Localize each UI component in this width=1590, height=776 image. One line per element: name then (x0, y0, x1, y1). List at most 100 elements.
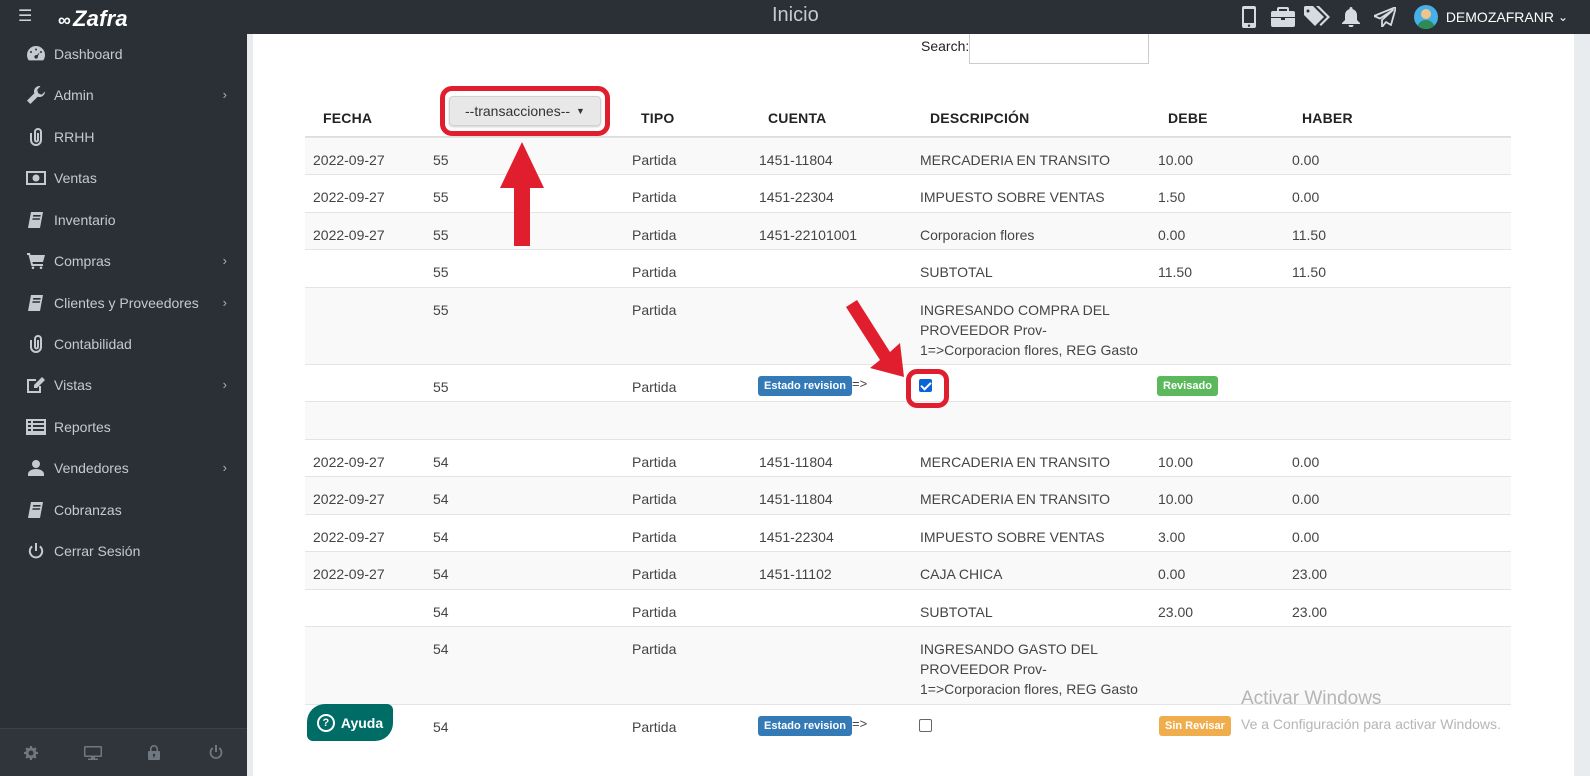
cell-fecha: 2022-09-27 (313, 491, 385, 507)
cell-debe: 10.00 (1158, 454, 1194, 470)
dropdown-label: --transacciones-- (465, 103, 571, 119)
header-fecha[interactable]: FECHA (323, 110, 372, 126)
chevron-right-icon: › (222, 253, 227, 268)
mobile-icon[interactable] (1234, 2, 1264, 32)
cell-fecha: 2022-09-27 (313, 227, 385, 243)
cell-haber: 23.00 (1292, 566, 1328, 582)
cell-tipo: Partida (632, 264, 677, 280)
sidebar-item-reportes[interactable]: Reportes (0, 407, 247, 447)
cell-descripcion: CAJA CHICA (920, 566, 1003, 582)
tags-icon[interactable] (1302, 2, 1332, 32)
page-title: Inicio (772, 4, 819, 26)
help-button[interactable]: ? Ayuda (307, 704, 393, 741)
revision-checkbox[interactable] (919, 719, 932, 732)
power-icon (26, 542, 46, 560)
power-icon[interactable] (201, 738, 231, 768)
table-row: 2022-09-27 54 Partida 1451-22304 IMPUESTO SO… (305, 514, 1511, 551)
windows-watermark: Activar Windows Ve a Configuración para … (1241, 688, 1501, 732)
sidebar-item-vendedores[interactable]: Vendedores › (0, 448, 247, 488)
header-debe[interactable]: DEBE (1168, 110, 1208, 126)
cell-haber: 0.00 (1292, 529, 1320, 545)
cell-haber: 0.00 (1292, 189, 1320, 205)
cell-debe: 10.00 (1158, 491, 1194, 507)
header-haber[interactable]: HABER (1302, 110, 1353, 126)
chevron-right-icon: › (222, 87, 227, 102)
table-row (305, 401, 1511, 439)
logo-mark-icon: ∞ (58, 10, 72, 30)
cell-descripcion: MERCADERIA EN TRANSITO (920, 491, 1111, 507)
monitor-icon[interactable] (78, 738, 108, 768)
topbar-icons: DEMOZAFRANR ⌄ (1234, 0, 1590, 34)
cart-icon (26, 253, 46, 269)
cell-tipo: Partida (632, 491, 677, 507)
status-badge: Revisado (1157, 376, 1218, 396)
header-descripcion[interactable]: DESCRIPCIÓN (930, 110, 1029, 126)
sidebar-item-vistas[interactable]: Vistas › (0, 365, 247, 405)
cell-tipo: Partida (632, 529, 677, 545)
cell-cuenta: 1451-11804 (759, 152, 833, 168)
settings-icon[interactable] (16, 738, 46, 768)
cell-number: 54 (433, 719, 449, 735)
sidebar-item-label: Compras (54, 253, 111, 269)
cell-haber: 0.00 (1292, 152, 1320, 168)
cell-cuenta: 1451-22304 (759, 189, 834, 205)
search-label: Search: (921, 38, 970, 54)
cell-number: 54 (433, 641, 449, 657)
cell-debe: 11.50 (1158, 264, 1192, 280)
cell-cuenta: 1451-11102 (759, 566, 832, 582)
sidebar-item-cerrar-sesión[interactable]: Cerrar Sesión (0, 531, 247, 571)
table-row: 55 Partida INGRESANDO COMPRA DEL PROVEEDOR… (305, 287, 1511, 378)
sidebar-item-label: Vendedores (54, 460, 129, 476)
sidebar-item-label: Reportes (54, 419, 111, 435)
cell-number: 55 (433, 189, 449, 205)
app-logo[interactable]: ∞Zafra (58, 6, 128, 32)
sidebar-item-clientes-y-proveedores[interactable]: Clientes y Proveedores › (0, 283, 247, 323)
main-content: Search: FECHA TIPO CUENTA DESCRIPCIÓN DE… (253, 34, 1574, 776)
cell-number: 55 (433, 227, 449, 243)
header-tipo[interactable]: TIPO (641, 110, 674, 126)
sidebar-item-label: Admin (54, 87, 94, 103)
sidebar-item-rrhh[interactable]: RRHH (0, 117, 247, 157)
lock-icon[interactable] (139, 738, 169, 768)
cell-tipo: Partida (632, 152, 677, 168)
user-menu[interactable]: DEMOZAFRANR ⌄ (1413, 5, 1568, 29)
cell-descripcion: MERCADERIA EN TRANSITO (920, 454, 1111, 470)
menu-toggle-icon[interactable]: ☰ (18, 6, 32, 26)
sidebar-item-inventario[interactable]: Inventario (0, 200, 247, 240)
sidebar-item-dashboard[interactable]: Dashboard (0, 34, 247, 74)
sidebar-item-admin[interactable]: Admin › (0, 75, 247, 115)
cell-number: 54 (433, 529, 449, 545)
top-bar: ☰ ∞Zafra Inicio DEMOZAFRANR ⌄ (0, 0, 1590, 34)
watermark-line1: Activar Windows (1241, 688, 1382, 709)
sidebar-item-contabilidad[interactable]: Contabilidad (0, 324, 247, 364)
estado-revision-badge: Estado revision (758, 376, 852, 396)
cell-number: 55 (433, 302, 449, 318)
cell-number: 54 (433, 604, 449, 620)
caret-down-icon: ▼ (576, 106, 585, 116)
money-icon (26, 171, 46, 185)
search-input[interactable] (969, 34, 1149, 64)
sidebar-footer (0, 728, 247, 776)
header-cuenta[interactable]: CUENTA (768, 110, 827, 126)
table-row: 2022-09-27 54 Partida 1451-11804 MERCADERIA … (305, 439, 1511, 476)
cell-tipo: Partida (632, 379, 677, 395)
cell-number: 54 (433, 566, 449, 582)
cell-fecha: 2022-09-27 (313, 152, 385, 168)
paper-plane-icon[interactable] (1370, 2, 1400, 32)
table-row: 55 Partida SUBTOTAL 11.50 11.50 (305, 249, 1511, 287)
status-badge: Sin Revisar (1159, 716, 1231, 736)
page-gutter (1574, 34, 1590, 776)
cell-debe: 0.00 (1158, 227, 1186, 243)
watermark-line2: Ve a Configuración para activar Windows. (1241, 716, 1501, 732)
bell-icon[interactable] (1336, 2, 1366, 32)
transacciones-dropdown[interactable]: --transacciones-- ▼ (449, 96, 601, 126)
briefcase-icon[interactable] (1268, 2, 1298, 32)
sidebar-item-cobranzas[interactable]: Cobranzas (0, 490, 247, 530)
cell-number: 54 (433, 454, 449, 470)
table-row: 54 Partida SUBTOTAL 23.00 23.00 (305, 589, 1511, 626)
cell-tipo: Partida (632, 719, 677, 735)
book-icon (26, 212, 46, 228)
sidebar-item-ventas[interactable]: Ventas (0, 158, 247, 198)
cell-fecha: 2022-09-27 (313, 529, 385, 545)
sidebar-item-compras[interactable]: Compras › (0, 241, 247, 281)
